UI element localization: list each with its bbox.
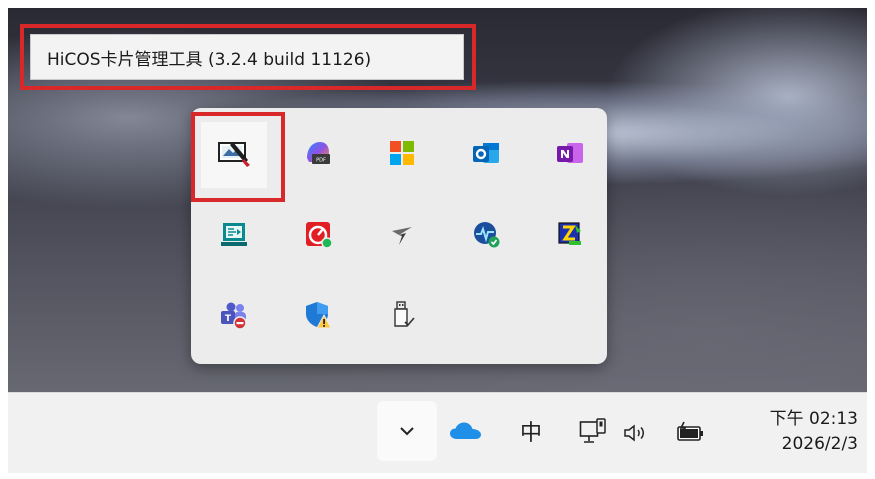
teams-icon: T bbox=[219, 300, 249, 334]
ime-label: 中 bbox=[520, 421, 543, 446]
usb-safe-remove-icon bbox=[387, 300, 417, 334]
outlook-icon bbox=[471, 138, 501, 172]
onenote-icon bbox=[555, 138, 585, 172]
taskbar: 中 下午 02:13 2026/2/3 bbox=[8, 392, 867, 473]
svg-text:T: T bbox=[225, 314, 232, 324]
tray-item-security[interactable] bbox=[285, 284, 351, 350]
chevron-up-icon bbox=[398, 422, 416, 441]
clipper-icon bbox=[387, 219, 417, 253]
speedtest-icon bbox=[303, 219, 333, 253]
svg-text:PDF: PDF bbox=[316, 158, 326, 164]
tray-item-usb[interactable] bbox=[369, 284, 435, 350]
tray-item-hicos[interactable] bbox=[201, 122, 267, 188]
tray-item-onenote[interactable] bbox=[537, 122, 603, 188]
tooltip: HiCOS卡片管理工具 (3.2.4 build 11126) bbox=[30, 34, 464, 80]
tray-item-clipper[interactable] bbox=[369, 203, 435, 269]
input-method-indicator[interactable]: 中 bbox=[520, 415, 542, 447]
battery-charging-icon bbox=[675, 421, 707, 447]
hicos-card-manager-icon bbox=[217, 138, 251, 172]
network-icon bbox=[579, 418, 609, 450]
tray-item-editor[interactable] bbox=[537, 203, 603, 269]
tray-item-onedrive[interactable] bbox=[448, 421, 484, 445]
hidden-icons-flyout: PDF T bbox=[191, 108, 607, 364]
tray-item-outlook[interactable] bbox=[453, 122, 519, 188]
show-hidden-icons-button[interactable] bbox=[377, 401, 437, 461]
clock-time: 下午 02:13 bbox=[769, 409, 858, 429]
tray-item-network[interactable] bbox=[578, 418, 610, 450]
tooltip-text: HiCOS卡片管理工具 (3.2.4 build 11126) bbox=[47, 49, 372, 70]
tray-item-volume[interactable] bbox=[622, 423, 652, 447]
volume-icon bbox=[623, 423, 651, 447]
tray-item-battery[interactable] bbox=[674, 421, 708, 447]
copilot-icon: PDF bbox=[303, 138, 333, 172]
network-monitor-icon bbox=[471, 219, 501, 253]
tray-item-store[interactable] bbox=[369, 122, 435, 188]
tray-item-netmon[interactable] bbox=[453, 203, 519, 269]
microsoft-store-icon bbox=[388, 139, 416, 171]
tray-item-copilot[interactable]: PDF bbox=[285, 122, 351, 188]
text-editor-icon bbox=[555, 219, 585, 253]
tray-item-teams[interactable]: T bbox=[201, 284, 267, 350]
tooltip-highlight-frame: HiCOS卡片管理工具 (3.2.4 build 11126) bbox=[20, 24, 476, 90]
tray-item-speedtest[interactable] bbox=[285, 203, 351, 269]
windows-security-warning-icon bbox=[303, 300, 333, 334]
onedrive-icon bbox=[449, 421, 483, 445]
taskbar-clock[interactable]: 下午 02:13 2026/2/3 bbox=[734, 407, 858, 457]
tray-item-remote[interactable] bbox=[201, 203, 267, 269]
clock-date: 2026/2/3 bbox=[781, 434, 858, 454]
remote-app-icon bbox=[219, 219, 249, 253]
